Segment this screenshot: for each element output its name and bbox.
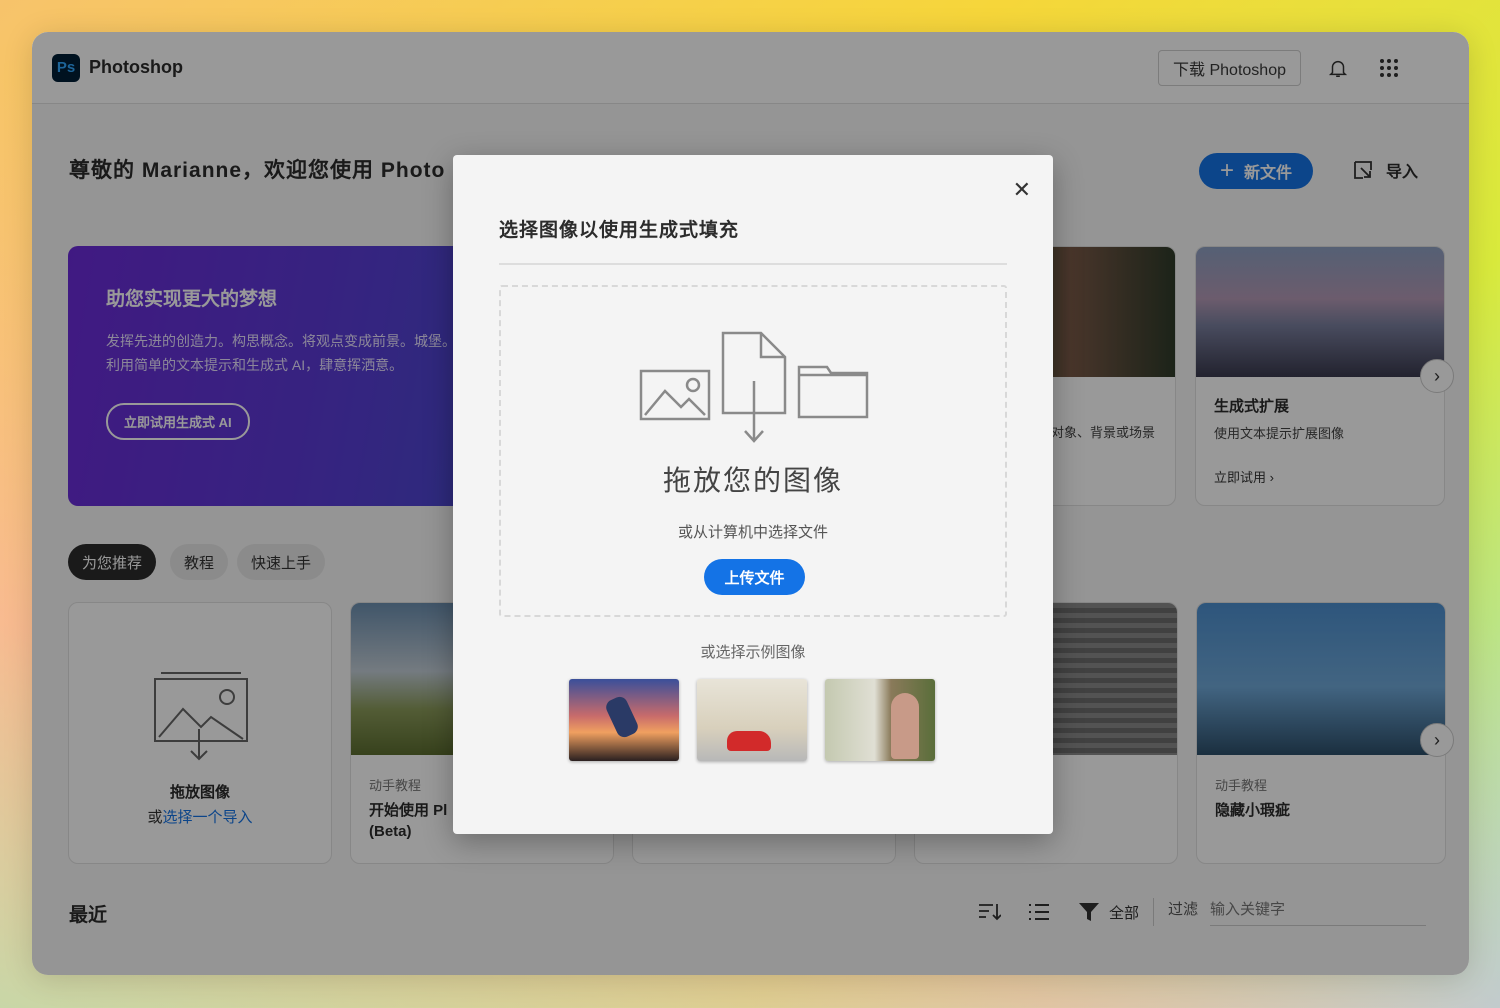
sample-car [727, 731, 771, 751]
sample-images [569, 679, 935, 761]
drop-illustration-icon [639, 331, 869, 443]
close-icon[interactable]: ✕ [1013, 177, 1031, 203]
sample-person [891, 693, 919, 759]
modal-divider [499, 263, 1007, 265]
app-window: Ps Photoshop 下载 Photoshop 尊敬的 Marianne，欢… [32, 32, 1469, 975]
modal-title: 选择图像以使用生成式填充 [499, 220, 740, 241]
generative-fill-modal: ✕ 选择图像以使用生成式填充 拖放您的图像 或从计算机中选择文件 上传文件 或选… [453, 155, 1053, 834]
sample-image-portrait[interactable] [825, 679, 935, 761]
sample-images-label: 或选择示例图像 [700, 644, 806, 661]
drop-subtitle: 或从计算机中选择文件 [677, 524, 828, 541]
upload-file-button[interactable]: 上传文件 [704, 559, 805, 595]
sample-figure [603, 694, 641, 740]
image-dropzone[interactable]: 拖放您的图像 或从计算机中选择文件 上传文件 [499, 285, 1007, 617]
sample-image-jumper[interactable] [569, 679, 679, 761]
drop-title: 拖放您的图像 [662, 465, 843, 496]
sample-image-car[interactable] [697, 679, 807, 761]
